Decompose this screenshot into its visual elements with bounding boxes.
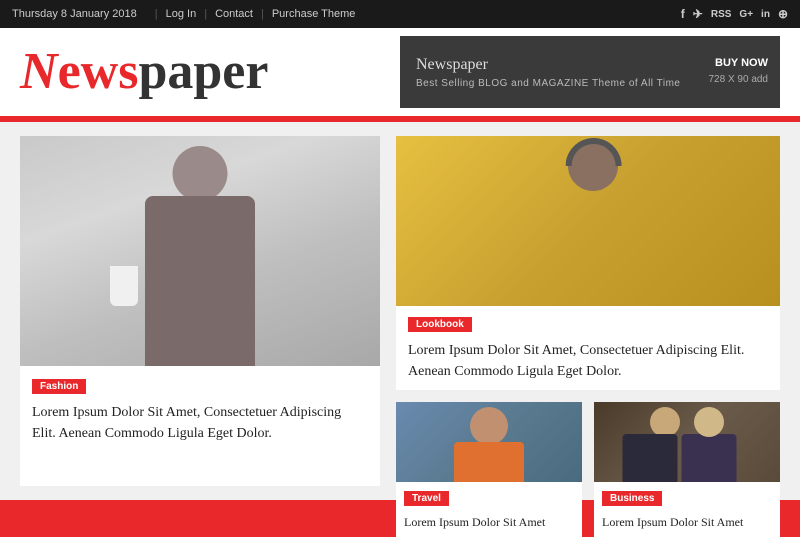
fashion-figure-bg [20, 136, 380, 366]
purchase-link[interactable]: Purchase Theme [272, 8, 356, 20]
ad-buy: BUY NOW 728 X 90 add [709, 57, 769, 87]
cup-decoration [110, 266, 138, 306]
logo-ews: ews [58, 43, 139, 100]
headphone-decoration [566, 138, 622, 166]
business-image [594, 402, 780, 482]
sep2: | [204, 8, 207, 20]
right-column: Lookbook Lorem Ipsum Dolor Sit Amet, Con… [396, 136, 780, 486]
header: Newspaper Newspaper Best Selling BLOG an… [0, 28, 800, 116]
bubble-decoration [157, 266, 207, 316]
ad-banner[interactable]: Newspaper Best Selling BLOG and MAGAZINE… [400, 36, 780, 108]
logo-n: N [20, 43, 58, 100]
travel-card-body: Travel Lorem Ipsum Dolor Sit Amet [396, 482, 582, 537]
social-icons: f ✈ RSS G+ in ⊕ [681, 7, 788, 21]
twitter-icon[interactable]: ✈ [693, 7, 703, 21]
business-card-body: Business Lorem Ipsum Dolor Sit Amet [594, 482, 780, 537]
top-bar: Thursday 8 January 2018 | Log In | Conta… [0, 0, 800, 28]
linkedin-icon[interactable]: in [761, 9, 770, 20]
facebook-icon[interactable]: f [681, 7, 685, 21]
ad-dimensions: 728 X 90 add [709, 74, 769, 85]
travel-title: Lorem Ipsum Dolor Sit Amet [404, 514, 574, 531]
logo-paper: paper [138, 43, 268, 100]
rss-icon[interactable]: RSS [711, 9, 732, 20]
big-card[interactable]: Fashion Lorem Ipsum Dolor Sit Amet, Cons… [20, 136, 380, 486]
top-right-image [396, 136, 780, 306]
left-column: Fashion Lorem Ipsum Dolor Sit Amet, Cons… [20, 136, 380, 486]
suit-right-decoration [682, 434, 737, 482]
sep1: | [155, 8, 158, 20]
top-right-category[interactable]: Lookbook [408, 317, 472, 332]
buy-now-label: BUY NOW [709, 57, 769, 69]
pinterest-icon[interactable]: ⊕ [778, 7, 788, 21]
business-figure-bg [594, 402, 780, 482]
big-card-image [20, 136, 380, 366]
bottom-row: Travel Lorem Ipsum Dolor Sit Amet Busine… [396, 402, 780, 537]
googleplus-icon[interactable]: G+ [739, 9, 753, 20]
sep3: | [261, 8, 264, 20]
business-card[interactable]: Business Lorem Ipsum Dolor Sit Amet [594, 402, 780, 537]
travel-figure-bg [396, 402, 582, 482]
big-card-title: Lorem Ipsum Dolor Sit Amet, Consectetuer… [32, 402, 368, 444]
travel-category[interactable]: Travel [404, 491, 449, 506]
logo[interactable]: Newspaper [20, 46, 268, 98]
big-card-body: Fashion Lorem Ipsum Dolor Sit Amet, Cons… [20, 366, 380, 486]
top-right-title: Lorem Ipsum Dolor Sit Amet, Consectetuer… [408, 340, 768, 382]
top-bar-left: Thursday 8 January 2018 | Log In | Conta… [12, 8, 355, 20]
travel-card[interactable]: Travel Lorem Ipsum Dolor Sit Amet [396, 402, 582, 537]
contact-link[interactable]: Contact [215, 8, 253, 20]
music-figure-bg [396, 136, 780, 306]
business-category[interactable]: Business [602, 491, 662, 506]
top-right-body: Lookbook Lorem Ipsum Dolor Sit Amet, Con… [396, 306, 780, 390]
travel-image [396, 402, 582, 482]
business-title: Lorem Ipsum Dolor Sit Amet [602, 514, 772, 531]
suit-left-decoration [622, 434, 677, 482]
main-content: Fashion Lorem Ipsum Dolor Sit Amet, Cons… [0, 122, 800, 500]
date-label: Thursday 8 January 2018 [12, 8, 137, 20]
big-card-category[interactable]: Fashion [32, 379, 86, 394]
login-link[interactable]: Log In [166, 8, 197, 20]
top-right-card[interactable]: Lookbook Lorem Ipsum Dolor Sit Amet, Con… [396, 136, 780, 390]
